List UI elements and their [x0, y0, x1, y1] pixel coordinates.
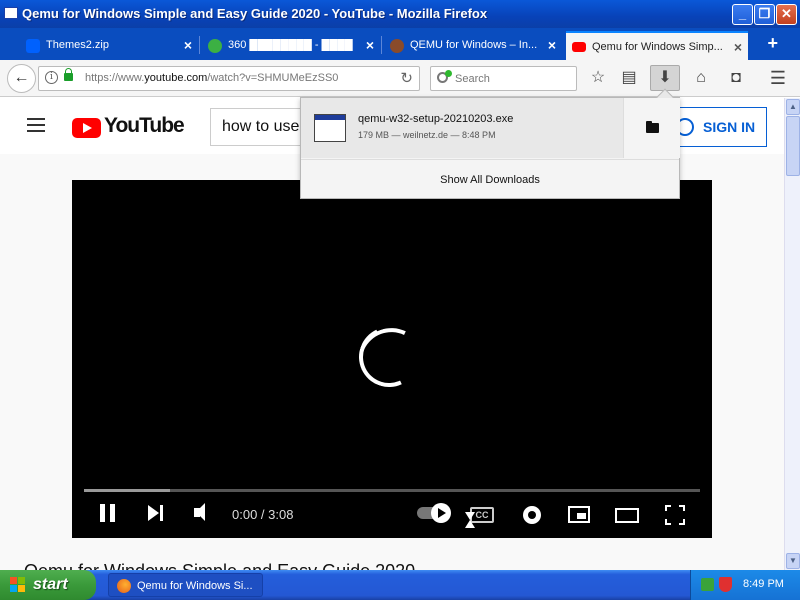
- autoplay-toggle[interactable]: [417, 503, 451, 523]
- site-info-icon[interactable]: i: [45, 71, 58, 84]
- hamburger-menu-icon[interactable]: [27, 118, 45, 132]
- autoplay-knob: [431, 503, 451, 523]
- download-item[interactable]: qemu-w32-setup-20210203.exe 179 MB — wei…: [301, 98, 623, 158]
- reload-button[interactable]: ↻: [400, 69, 413, 87]
- tab-qemu-windows-installer[interactable]: QEMU for Windows – In... ×: [384, 31, 562, 60]
- time-display: 0:00 / 3:08: [232, 507, 294, 522]
- window-titlebar[interactable]: Qemu for Windows Simple and Easy Guide 2…: [0, 0, 800, 28]
- firefox-icon: [117, 579, 131, 593]
- reader-view-icon[interactable]: ▤: [619, 68, 639, 88]
- youtube-logo-text[interactable]: YouTube: [104, 114, 185, 138]
- youtube-icon: [572, 42, 586, 52]
- tab-themes2-zip[interactable]: Themes2.zip ×: [20, 31, 198, 60]
- fullscreen-icon[interactable]: [665, 505, 685, 525]
- tab-strip: Themes2.zip × 360 ████████ - ████ × QEMU…: [0, 28, 800, 60]
- downloads-panel: qemu-w32-setup-20210203.exe 179 MB — wei…: [300, 88, 680, 199]
- minimize-button[interactable]: _: [732, 4, 753, 25]
- youtube-logo-icon[interactable]: [72, 118, 101, 138]
- restore-button[interactable]: ❐: [754, 4, 775, 25]
- tab-close-icon[interactable]: ×: [366, 37, 374, 53]
- start-label: start: [33, 576, 68, 593]
- tab-360[interactable]: 360 ████████ - ████ ×: [202, 31, 380, 60]
- progress-bar[interactable]: [84, 489, 700, 492]
- taskbar-item-label: Qemu for Windows Si...: [137, 580, 253, 592]
- pause-button[interactable]: [98, 502, 118, 522]
- settings-gear-icon[interactable]: [523, 506, 541, 524]
- search-engine-icon: [445, 70, 452, 77]
- window-title: Qemu for Windows Simple and Easy Guide 2…: [22, 6, 488, 21]
- network-icon[interactable]: [701, 578, 714, 591]
- tab-close-icon[interactable]: ×: [734, 39, 742, 55]
- url-text[interactable]: https://www.youtube.com/watch?v=SHMUMeEz…: [85, 72, 338, 84]
- scroll-up-icon[interactable]: ▲: [786, 99, 800, 115]
- search-input[interactable]: Search: [430, 66, 577, 91]
- download-filename: qemu-w32-setup-20210203.exe: [358, 113, 514, 125]
- system-tray: 8:49 PM: [690, 570, 800, 600]
- lock-icon: [64, 68, 73, 81]
- start-button[interactable]: start: [0, 570, 96, 600]
- menu-icon[interactable]: ☰: [768, 68, 788, 88]
- pocket-icon[interactable]: ◘: [726, 68, 746, 88]
- downloads-button[interactable]: ⬇: [650, 65, 680, 91]
- tab-close-icon[interactable]: ×: [184, 37, 192, 53]
- tab-label: QEMU for Windows – In...: [410, 39, 538, 51]
- avatar-icon: [390, 39, 404, 53]
- tab-youtube-active[interactable]: Qemu for Windows Simp... ×: [566, 31, 748, 60]
- volume-icon[interactable]: [192, 502, 214, 524]
- progress-buffered: [84, 489, 171, 492]
- home-icon[interactable]: ⌂: [691, 68, 711, 88]
- video-player[interactable]: 0:00 / 3:08 CC: [72, 180, 712, 538]
- navigation-toolbar: ← i https://www.youtube.com/watch?v=SHMU…: [0, 60, 800, 97]
- sign-in-button[interactable]: SIGN IN: [667, 107, 767, 147]
- search-placeholder: Search: [455, 73, 490, 85]
- bookmark-star-icon[interactable]: ☆: [588, 68, 608, 88]
- sign-in-label: SIGN IN: [703, 119, 756, 135]
- page-scrollbar[interactable]: ▲ ▼: [784, 98, 800, 570]
- clock: 8:49 PM: [743, 578, 784, 590]
- next-button[interactable]: [146, 502, 166, 522]
- dropbox-icon: [26, 39, 40, 53]
- tab-separator: [199, 36, 200, 54]
- tab-label: Qemu for Windows Simp...: [592, 41, 723, 53]
- hourglass-cursor-icon: [464, 512, 476, 530]
- loading-spinner-icon: [350, 318, 428, 396]
- security-shield-icon[interactable]: [719, 577, 732, 592]
- folder-icon: [646, 121, 659, 133]
- url-bar[interactable]: i https://www.youtube.com/watch?v=SHMUMe…: [38, 66, 420, 91]
- back-button[interactable]: ←: [7, 64, 36, 93]
- exe-file-icon: [314, 114, 346, 142]
- windows-logo-icon: [10, 577, 27, 593]
- tab-separator: [381, 36, 382, 54]
- browser-360-icon: [208, 39, 222, 53]
- taskbar-item-firefox[interactable]: Qemu for Windows Si...: [108, 573, 263, 597]
- window-icon: [4, 7, 18, 19]
- show-all-downloads-button[interactable]: Show All Downloads: [301, 159, 679, 199]
- theater-mode-icon[interactable]: [615, 508, 639, 523]
- tab-label: 360 ████████ - ████: [228, 39, 353, 51]
- scroll-down-icon[interactable]: ▼: [786, 553, 800, 569]
- scroll-thumb[interactable]: [786, 116, 800, 176]
- download-meta: 179 MB — weilnetz.de — 8:48 PM: [358, 130, 496, 140]
- tab-close-icon[interactable]: ×: [548, 37, 556, 53]
- close-button[interactable]: ✕: [776, 4, 797, 25]
- new-tab-button[interactable]: +: [767, 33, 778, 54]
- miniplayer-icon[interactable]: [568, 506, 590, 523]
- taskbar: start Qemu for Windows Si... 8:49 PM: [0, 570, 800, 600]
- video-title: Qemu for Windows Simple and Easy Guide 2…: [24, 561, 415, 570]
- open-folder-button[interactable]: [623, 98, 680, 158]
- tab-label: Themes2.zip: [46, 39, 109, 51]
